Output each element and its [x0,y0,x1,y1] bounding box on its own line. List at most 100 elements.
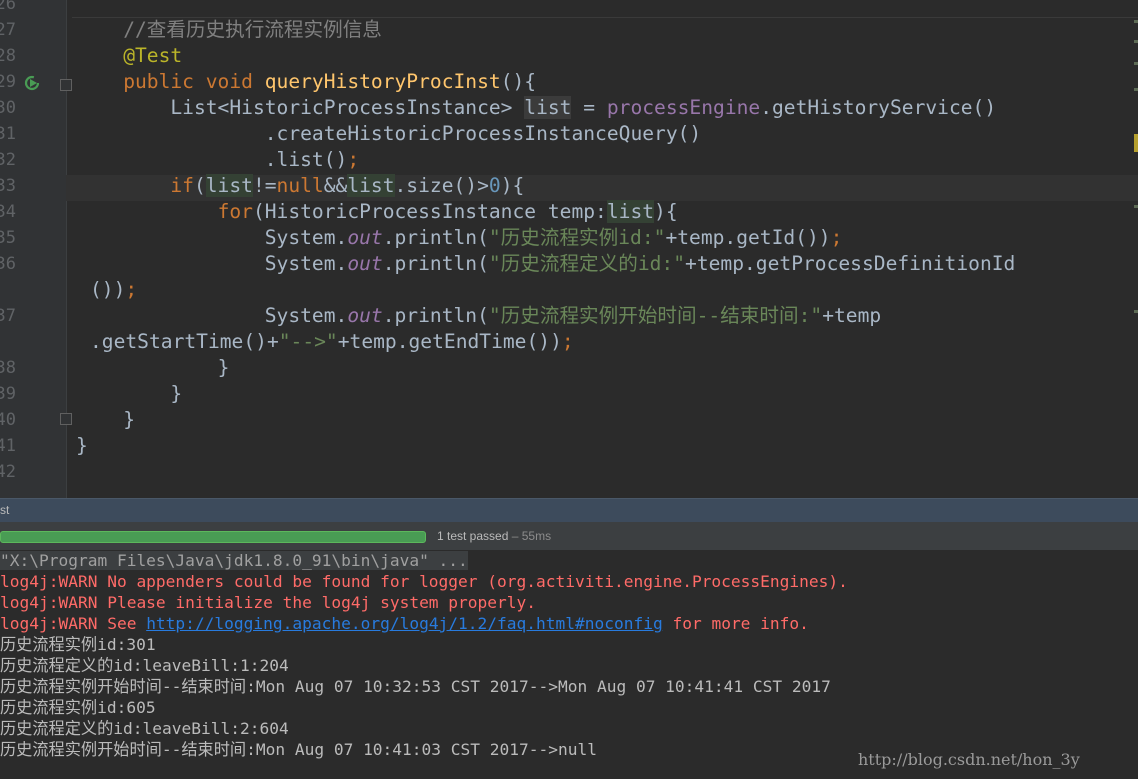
code-token: ; [347,148,360,171]
console-line: 历史流程实例开始时间--结束时间:Mon Aug 07 10:41:03 CST… [0,740,597,759]
static-field: out [347,304,383,327]
static-field: out [347,226,383,249]
scroll-marker [1134,310,1138,313]
code-line: if(list!=null&&list.size()>0){ [76,173,524,199]
string-literal: "-->" [278,330,338,353]
code-line: for(HistoricProcessInstance temp:list){ [76,199,678,225]
code-token: ; [561,330,574,353]
code-token: .size()> [394,174,489,197]
variable: list [347,174,395,197]
code-token: } [76,434,88,457]
console-line: 历史流程实例开始时间--结束时间:Mon Aug 07 10:32:53 CST… [0,677,831,696]
watermark: http://blog.csdn.net/hon_3y [858,750,1080,769]
code-line: .getStartTime()+"-->"+temp.getEndTime())… [90,329,574,355]
code-token: = [571,96,607,119]
number: 0 [488,174,501,197]
test-duration: – 55ms [508,529,552,543]
console-text: for more info. [662,614,809,633]
scroll-marker [1134,88,1138,91]
variable: list [524,96,572,119]
code-line: } [76,381,182,407]
code-token: List<HistoricProcessInstance> [170,96,513,119]
code-token: ; [125,278,138,301]
test-progress-bar [0,531,426,543]
annotation: @Test [123,44,183,67]
scroll-marker [1134,205,1138,208]
scroll-marker [1134,40,1138,43]
code-token: +temp.getId()) [665,226,831,249]
code-token: .println( [382,226,489,249]
code-token: (HistoricProcessInstance temp: [252,200,607,223]
console-output[interactable]: "X:\Program Files\Java\jdk1.8.0_91\bin\j… [0,550,1138,779]
console-line: "X:\Program Files\Java\jdk1.8.0_91\bin\j… [0,550,468,571]
console-line: 历史流程定义的id:leaveBill:1:204 [0,656,289,675]
keyword: void [205,70,253,93]
keyword: public [123,70,194,93]
code-token: .println( [382,252,489,275]
code-line: List<HistoricProcessInstance> list = pro… [76,95,996,121]
code-token: +temp.getEndTime()) [337,330,562,353]
string-literal: "历史流程实例id:" [488,226,666,249]
code-token: } [217,356,230,379]
variable: list [205,174,253,197]
code-token: (){ [500,70,537,93]
code-token: ; [830,226,843,249]
code-token: System. [264,304,348,327]
log4j-faq-link[interactable]: http://logging.apache.org/log4j/1.2/faq.… [146,614,663,633]
code-token: System. [264,226,348,249]
code-token: System. [264,252,348,275]
code-token: .getStartTime()+ [90,330,279,353]
static-field: out [347,252,383,275]
method-name: queryHistoryProcInst [264,70,501,93]
code-line: ()); [90,277,137,303]
code-line: @Test [76,43,182,69]
code-token: .createHistoricProcessInstanceQuery() [264,122,702,145]
test-results-bar: 1 test passed – 55ms [0,522,1138,551]
scroll-marker [1134,62,1138,65]
comment: //查看历史执行流程实例信息 [123,18,382,41]
code-line: } [76,433,88,459]
java-command[interactable]: "X:\Program Files\Java\jdk1.8.0_91\bin\j… [0,551,468,570]
test-status: 1 test passed – 55ms [437,529,551,543]
console-text: log4j:WARN See [0,614,147,633]
code-line: .list(); [76,147,359,173]
code-token: != [252,174,277,197]
code-line: System.out.println("历史流程实例id:"+temp.getI… [76,225,843,251]
string-literal: "历史流程定义的id:" [488,252,686,275]
code-token: +temp.getProcessDefinitionId [685,252,1016,275]
console-line: 历史流程定义的id:leaveBill:2:604 [0,719,289,738]
console-line: 历史流程实例id:301 [0,635,156,654]
console-line: log4j:WARN Please initialize the log4j s… [0,593,537,612]
code-line: //查看历史执行流程实例信息 [76,17,382,43]
scrollbar-markers[interactable] [1132,0,1138,498]
code-line: } [76,355,230,381]
scroll-marker [1134,134,1138,152]
code-token: && [323,174,348,197]
console-line: log4j:WARN No appenders could be found f… [0,572,848,591]
code-token: ( [193,174,206,197]
run-panel-title: st [0,503,10,517]
code-token: ()) [90,278,126,301]
code-line: } [76,407,135,433]
run-panel-header[interactable]: st [0,498,1138,523]
keyword: null [276,174,324,197]
test-status-text: 1 test passed [437,529,509,543]
code-line: System.out.println("历史流程实例开始时间--结束时间:"+t… [76,303,881,329]
code-line: System.out.println("历史流程定义的id:"+temp.get… [76,251,1016,277]
code-token: .println( [382,304,489,327]
code-token: } [123,408,135,431]
console-line: log4j:WARN See http://logging.apache.org… [0,613,809,634]
code-editor[interactable]: 26 27 28 29 30 31 32 33 34 35 36 37 38 3… [0,0,1138,498]
code-area[interactable]: //查看历史执行流程实例信息 @Test public void queryHi… [0,0,1138,498]
code-token: .getHistoryService() [760,96,997,119]
code-token: } [170,382,183,405]
code-line: public void queryHistoryProcInst(){ [76,69,536,95]
string-literal: "历史流程实例开始时间--结束时间:" [488,304,823,327]
keyword: for [217,200,253,223]
code-token: ){ [500,174,525,197]
code-line: .createHistoricProcessInstanceQuery() [76,121,701,147]
console-line: 历史流程实例id:605 [0,698,156,717]
code-token: .list() [264,148,348,171]
keyword: if [170,174,194,197]
code-token: ){ [654,200,678,223]
